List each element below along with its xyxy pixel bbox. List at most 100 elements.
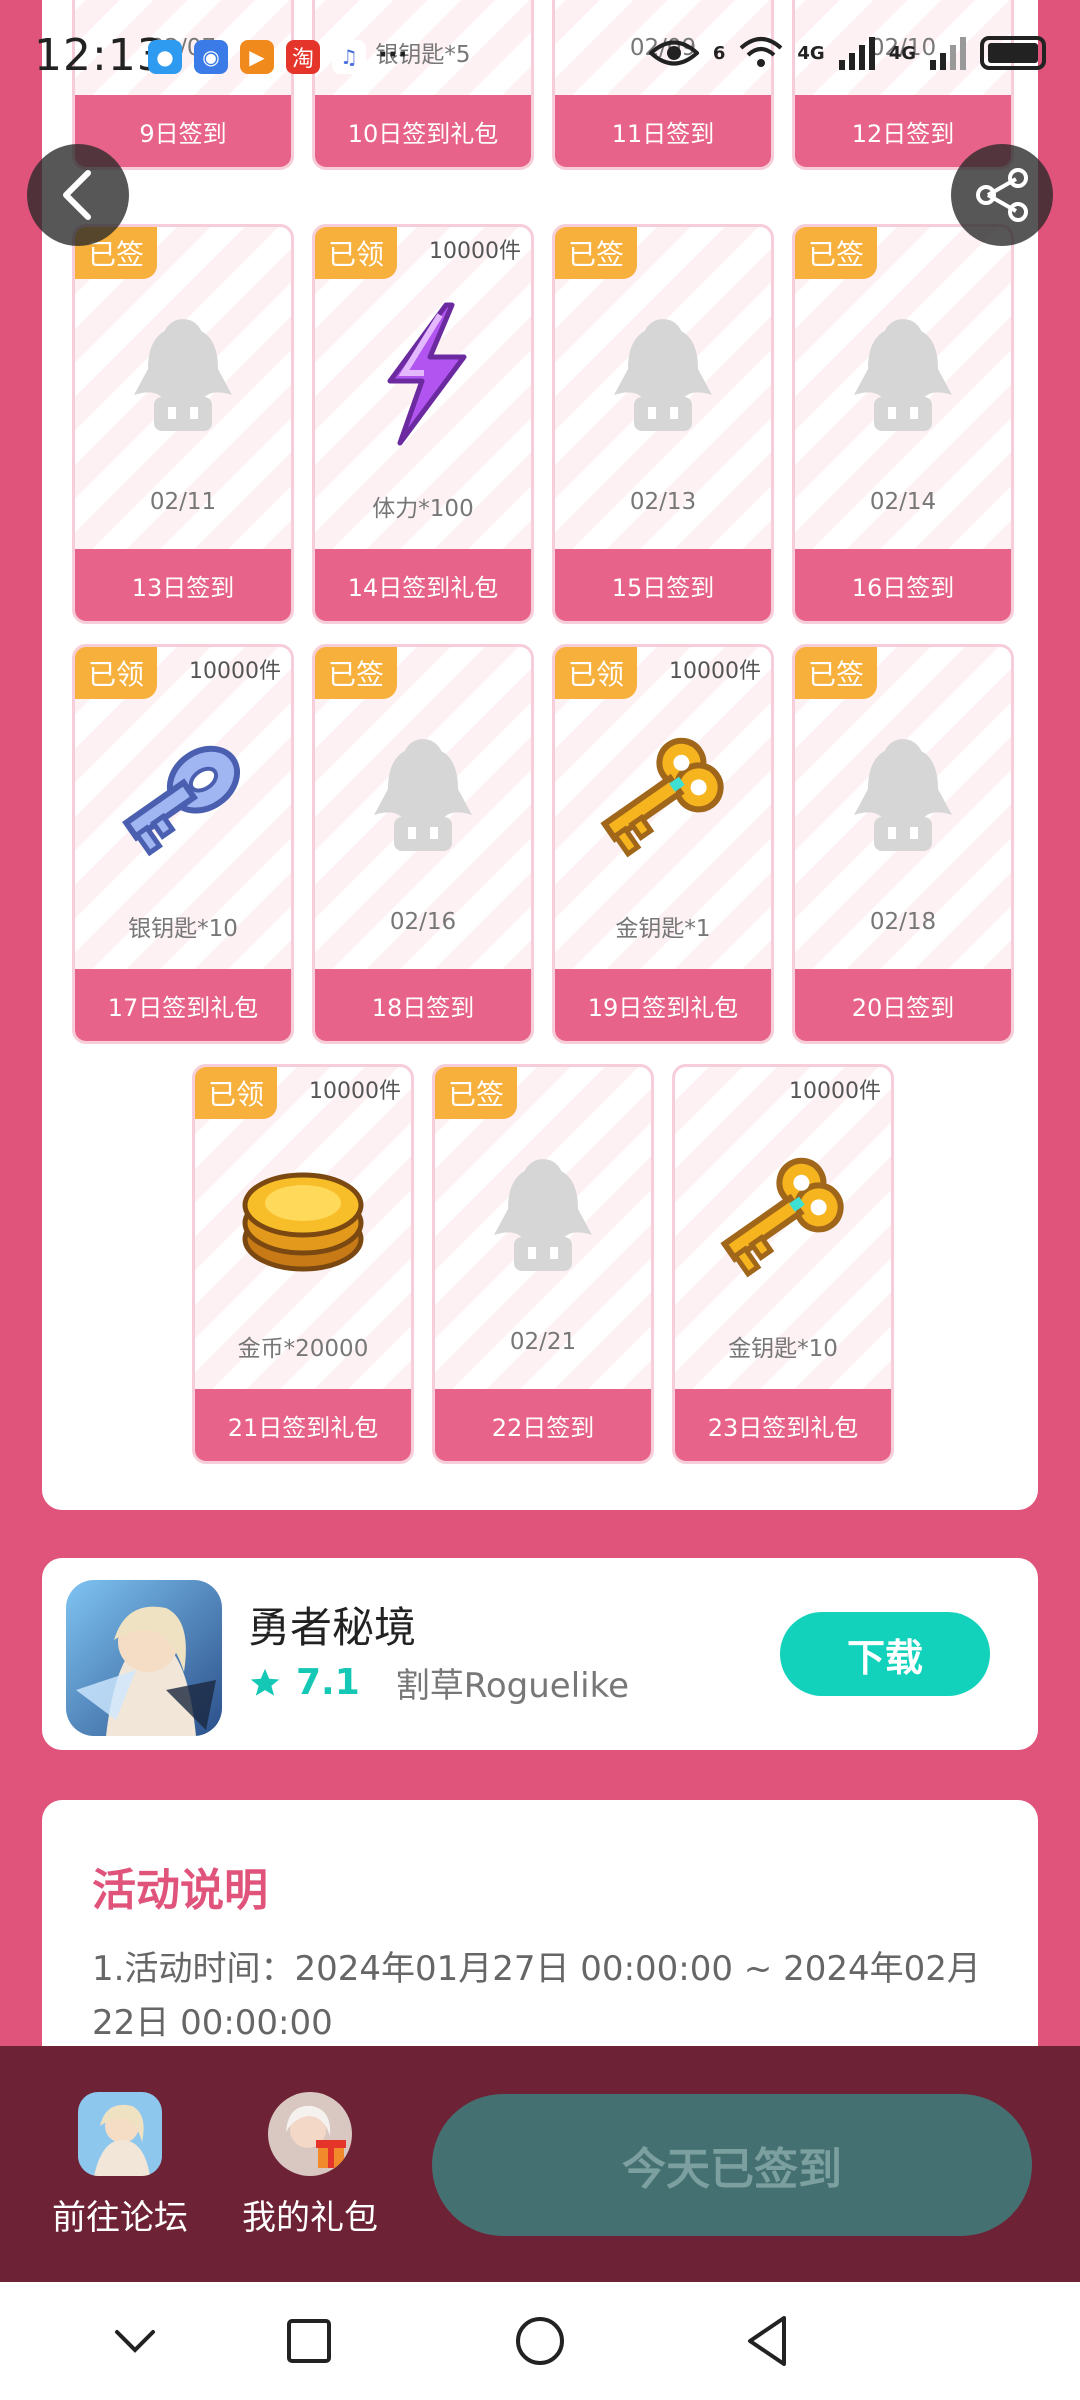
- reward-label: 金币*20000: [237, 1336, 369, 1362]
- forum-icon: [78, 2092, 162, 2176]
- message-icon: ●: [148, 40, 182, 74]
- day-footer-label: 19日签到礼包: [555, 969, 771, 1041]
- chevron-down-icon: [115, 2330, 155, 2353]
- rules-text: 1.活动时间：2024年01月27日 00:00:00 ~ 2024年02月22…: [92, 1949, 981, 2043]
- placeholder-icon: [108, 299, 258, 449]
- day-card[interactable]: 已签 02/21 22日签到: [432, 1064, 654, 1464]
- day-card[interactable]: 已领 10000件银钥匙*10 17日签到礼包: [72, 644, 294, 1044]
- quantity-tag: 10000件: [429, 239, 521, 264]
- gift-avatar-icon: [268, 2092, 352, 2176]
- placeholder-icon: [468, 1139, 618, 1289]
- signal-icon-1: [838, 37, 875, 70]
- lightning-icon: [348, 299, 498, 449]
- gold-key-icon: [588, 719, 738, 869]
- nav-collapse-button[interactable]: [102, 2308, 168, 2374]
- day-card[interactable]: 已签 02/16 18日签到: [312, 644, 534, 1044]
- quantity-tag: 10000件: [669, 659, 761, 684]
- app-score: 7.1: [296, 1662, 360, 1703]
- status-tag: 已签: [795, 647, 877, 699]
- video-app-icon: ▶: [240, 40, 274, 74]
- taobao-icon: 淘: [286, 40, 320, 74]
- bottom-action-bar: 前往论坛 我的礼包 今天已签到: [0, 2046, 1080, 2282]
- reward-label: 02/21: [509, 1329, 577, 1355]
- reward-label: 02/14: [869, 489, 937, 515]
- reward-label: 金钥匙*10: [728, 1336, 838, 1362]
- nav-back-button[interactable]: [734, 2308, 800, 2374]
- my-gifts-button[interactable]: 我的礼包: [230, 2092, 390, 2239]
- signal-icon-2: [930, 37, 966, 70]
- back-button[interactable]: [27, 144, 129, 246]
- app-promo-card[interactable]: 勇者秘境 7.1 割草Roguelike 下载: [42, 1558, 1038, 1750]
- day-footer-label: 16日签到: [795, 549, 1011, 621]
- status-tag: 已签: [795, 227, 877, 279]
- day-footer-label: 21日签到礼包: [195, 1389, 411, 1461]
- wifi-icon: [740, 37, 783, 67]
- reward-label: 02/18: [869, 909, 937, 935]
- reward-label: 02/16: [389, 909, 457, 935]
- coins-icon: [228, 1139, 378, 1289]
- star-icon: [250, 1668, 280, 1696]
- gold-key-icon: [708, 1139, 858, 1289]
- day-card[interactable]: 已签 02/14 16日签到: [792, 224, 1014, 624]
- system-nav-bar: [0, 2282, 1080, 2400]
- status-tag: 已签: [315, 647, 397, 699]
- status-tag: 已签: [555, 227, 637, 279]
- chevron-left-icon: [63, 170, 91, 220]
- more-notifications: ···: [378, 40, 408, 70]
- app-genre: 割草Roguelike: [395, 1666, 630, 1706]
- quantity-tag: 10000件: [309, 1079, 401, 1104]
- nav-recents-button[interactable]: [276, 2308, 342, 2374]
- download-button[interactable]: 下载: [780, 1612, 990, 1696]
- day-footer-label: 20日签到: [795, 969, 1011, 1041]
- browser-icon: ◉: [194, 40, 228, 74]
- day-card[interactable]: 已签 02/13 15日签到: [552, 224, 774, 624]
- day-card[interactable]: 已签 02/18 20日签到: [792, 644, 1014, 1044]
- reward-label: 金钥匙*1: [615, 916, 711, 942]
- reward-label: 02/13: [629, 489, 697, 515]
- share-icon: [976, 168, 1028, 222]
- placeholder-icon: [828, 299, 978, 449]
- quantity-tag: 10000件: [189, 659, 281, 684]
- day-card[interactable]: 已领 10000件金币*20000 21日签到礼包: [192, 1064, 414, 1464]
- placeholder-icon: [828, 719, 978, 869]
- signin-button[interactable]: 今天已签到: [432, 2094, 1032, 2236]
- network-2: 4G: [888, 42, 916, 64]
- day-card[interactable]: 已领 10000件 体力*100 14日签到礼包: [312, 224, 534, 624]
- battery-icon: [980, 36, 1046, 70]
- signin-calendar: 02/07 9日签到 银钥匙*5 10日签到礼包 02/09 11日签到 02/10 12日签…: [42, 0, 1038, 1510]
- placeholder-icon: [348, 719, 498, 869]
- my-gifts-label: 我的礼包: [242, 2198, 378, 2238]
- day-footer-label: 17日签到礼包: [75, 969, 291, 1041]
- app-name: 勇者秘境: [248, 1603, 417, 1652]
- status-time: 12:13: [34, 30, 166, 81]
- placeholder-icon: [588, 299, 738, 449]
- triangle-back-icon: [748, 2316, 786, 2366]
- day-footer-label: 14日签到礼包: [315, 549, 531, 621]
- system-icons: 6 4G 4G: [648, 36, 1046, 70]
- status-tag: 已领: [195, 1067, 277, 1119]
- reward-label: 02/11: [149, 489, 217, 515]
- network-1: 4G: [797, 42, 825, 64]
- eye-icon: [648, 40, 699, 66]
- app-icon[interactable]: [66, 1580, 222, 1736]
- rules-title: 活动说明: [92, 1865, 268, 1916]
- circle-icon: [516, 2317, 564, 2365]
- status-tag: 已签: [435, 1067, 517, 1119]
- day-card[interactable]: 已领 10000件 金钥匙*1 19日签到礼包: [552, 644, 774, 1044]
- forum-label: 前往论坛: [52, 2198, 188, 2238]
- share-button[interactable]: [951, 144, 1053, 246]
- forum-button[interactable]: 前往论坛: [40, 2092, 200, 2239]
- day-card[interactable]: 已签 02/11 13日签到: [72, 224, 294, 624]
- day-footer-label: 15日签到: [555, 549, 771, 621]
- day-footer-label: 23日签到礼包: [675, 1389, 891, 1461]
- nav-home-button[interactable]: [507, 2308, 573, 2374]
- square-icon: [287, 2319, 331, 2363]
- status-tag: 已领: [315, 227, 397, 279]
- silver-key-icon: [108, 719, 258, 869]
- music-icon: ♫: [332, 40, 366, 74]
- status-tag: 已领: [75, 647, 157, 699]
- reward-label: 银钥匙*10: [128, 916, 238, 942]
- day-footer-label: 13日签到: [75, 549, 291, 621]
- day-footer-label: 18日签到: [315, 969, 531, 1041]
- day-card[interactable]: 10000件 金钥匙*10 23日签到礼包: [672, 1064, 894, 1464]
